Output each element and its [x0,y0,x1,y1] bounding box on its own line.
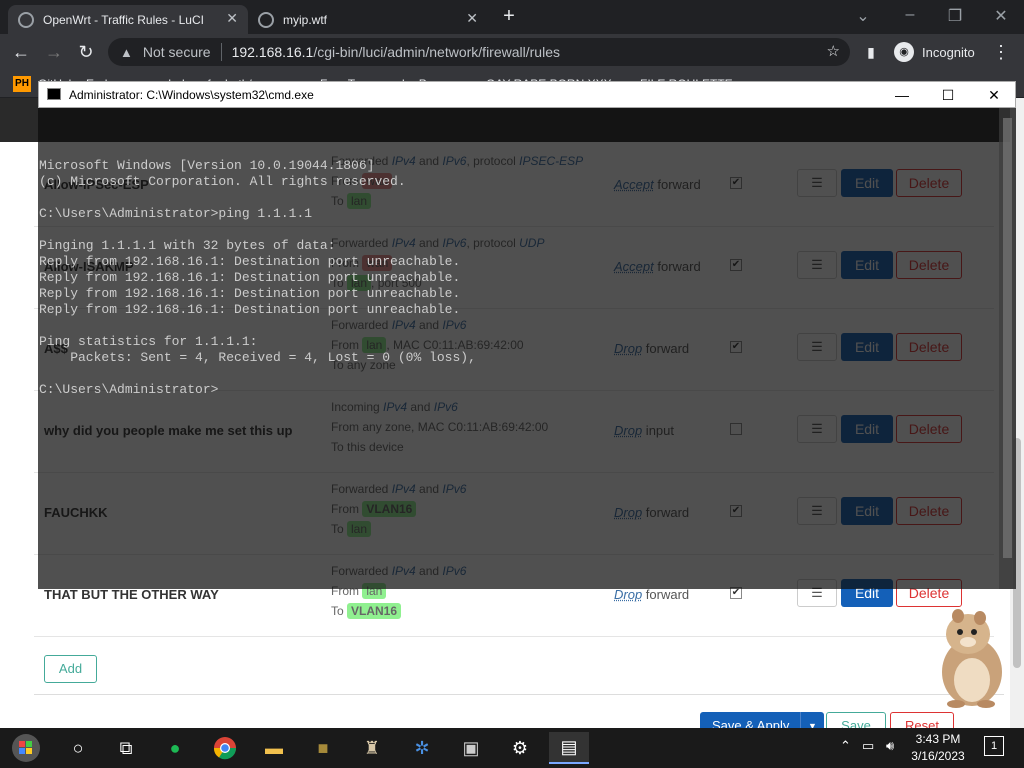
chevron-down-icon[interactable]: ⌄ [853,6,873,26]
console-line: C:\Users\Administrator>ping 1.1.1.1 [39,206,313,221]
tab-title: myip.wtf [283,12,328,27]
chrome-icon[interactable] [205,732,245,764]
spotify-icon[interactable]: ● [155,732,195,764]
volume-icon[interactable]: 🔊︎ [886,738,894,754]
windows-logo-icon [12,734,40,762]
browser-toolbar: ← → ↻ ▲ Not secure 192.168.16.1/cgi-bin/… [0,34,1024,70]
kebab-menu-icon[interactable]: ⋮ [990,41,1012,63]
openwrt-favicon-icon [18,11,34,28]
close-tab-icon[interactable]: ✕ [226,10,238,27]
add-rule-button[interactable]: Add [44,655,97,683]
bookmark-star-icon[interactable]: ☆ [827,42,840,60]
file-explorer-icon[interactable]: ▬ [254,732,294,764]
to-zone-badge: VLAN16 [347,603,402,619]
close-tab-icon[interactable]: ✕ [466,10,478,27]
console-line: Ping statistics for 1.1.1.1: [39,334,258,349]
forward-icon[interactable]: → [43,41,65,63]
ph-bookmark-icon[interactable]: PH [13,76,31,92]
tab-openwrt[interactable]: OpenWrt - Traffic Rules - LuCI ✕ [8,5,248,34]
minimize-icon[interactable]: — [879,82,925,108]
cmd-titlebar[interactable]: Administrator: C:\Windows\system32\cmd.e… [38,81,1016,108]
console-line: Pinging 1.1.1.1 with 32 bytes of data: [39,238,336,253]
console-line: Reply from 192.168.16.1: Destination por… [39,302,461,317]
not-secure-label[interactable]: Not secure [143,44,211,60]
network-icon[interactable]: ▭ [862,738,874,754]
cmd-window[interactable]: Administrator: C:\Windows\system32\cmd.e… [38,81,1016,589]
action-target: Drop [614,587,643,602]
incognito-label: Incognito [922,44,975,60]
game-app-icon[interactable]: ■ [303,732,343,764]
url-host: 192.168.16.1 [231,44,314,60]
new-tab-icon[interactable]: + [499,5,519,28]
divider [34,694,1004,695]
console-line: Microsoft Windows [Version 10.0.19044.18… [39,158,375,173]
console-line: C:\Users\Administrator> [39,382,219,397]
url-path: /cgi-bin/luci/admin/network/firewall/rul… [313,44,560,60]
cmd-title: Administrator: C:\Windows\system32\cmd.e… [69,88,314,102]
tab-myip[interactable]: myip.wtf ✕ [248,5,488,34]
incognito-profile[interactable]: ◉ Incognito [890,39,985,65]
chevron-up-icon[interactable]: ⌃ [840,738,851,754]
server-app-icon[interactable]: ▣ [451,732,491,764]
system-clock[interactable]: 3:43 PM 3/16/2023 [902,731,974,765]
search-icon[interactable]: ○ [58,732,98,764]
start-button[interactable] [6,732,46,764]
maximize-icon[interactable]: ☐ [925,82,971,108]
cmd-scrollbar[interactable] [999,108,1016,589]
clock-date: 3/16/2023 [911,749,965,763]
rule-action: Drop forward [614,587,689,602]
side-panel-icon[interactable]: ▮ [860,41,882,63]
globe-icon [258,11,274,28]
reload-icon[interactable]: ↻ [75,41,97,63]
browser-tabstrip: OpenWrt - Traffic Rules - LuCI ✕ myip.wt… [0,0,1024,34]
cmd-taskbar-icon[interactable]: ▤ [549,732,589,764]
notification-icon[interactable]: 1 [984,736,1004,756]
task-view-icon[interactable]: ⧉ [106,732,146,764]
to-label: To [331,604,348,618]
warning-icon[interactable]: ▲ [120,45,133,60]
address-bar[interactable]: ▲ Not secure 192.168.16.1/cgi-bin/luci/a… [108,38,850,66]
close-window-icon[interactable]: ✕ [971,82,1017,108]
network-app-icon[interactable]: ✲ [402,732,442,764]
back-icon[interactable]: ← [10,41,32,63]
hamster-image [942,609,1002,708]
tab-title: OpenWrt - Traffic Rules - LuCI [43,12,204,27]
cmd-console-output[interactable]: Microsoft Windows [Version 10.0.19044.18… [38,108,1016,589]
rule-to: To VLAN16 [331,601,466,621]
settings-gear-icon[interactable]: ⚙ [500,732,540,764]
app-icon[interactable]: ♜ [352,732,392,764]
console-line: Packets: Sent = 4, Received = 4, Lost = … [39,350,476,365]
action-direction: forward [642,587,690,602]
scrollbar-thumb[interactable] [1003,118,1012,558]
cmd-icon [47,88,61,100]
restore-icon[interactable]: ❐ [945,6,965,26]
windows-taskbar: ○ ⧉ ● ▬ ■ ♜ ✲ ▣ ⚙ ▤ ⌃ ▭ 🔊︎ 3:43 PM 3/16/… [0,728,1024,768]
rule-name: THAT BUT THE OTHER WAY [44,587,219,602]
minimize-icon[interactable]: – [900,6,920,24]
url-separator [220,43,222,61]
incognito-icon: ◉ [894,42,914,62]
console-line: Reply from 192.168.16.1: Destination por… [39,254,461,269]
clock-time: 3:43 PM [915,732,961,746]
close-window-icon[interactable]: ✕ [991,6,1011,26]
console-line: (c) Microsoft Corporation. All rights re… [39,174,406,189]
console-line: Reply from 192.168.16.1: Destination por… [39,270,461,285]
console-line: Reply from 192.168.16.1: Destination por… [39,286,461,301]
